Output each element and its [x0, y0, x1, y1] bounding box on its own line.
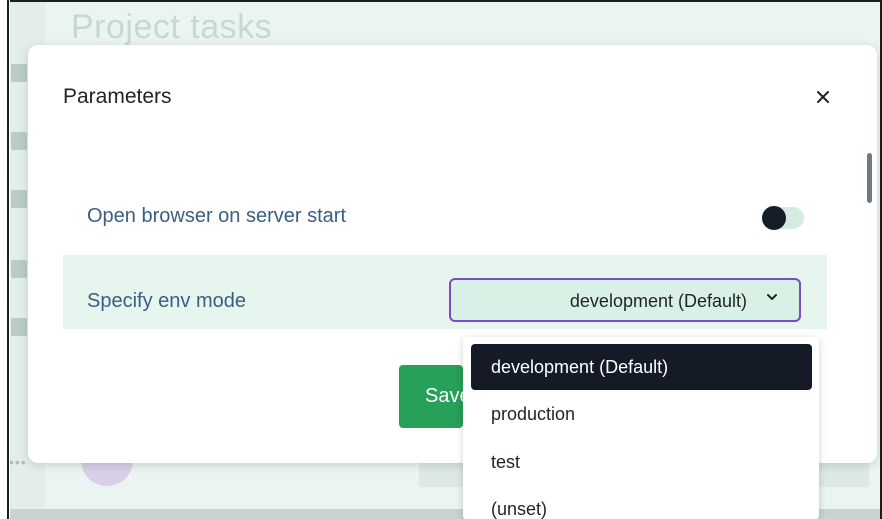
frame-left	[0, 0, 10, 519]
sidebar-icon	[11, 318, 27, 336]
option-label: test	[491, 452, 521, 472]
env-mode-select-value: development (Default)	[569, 291, 747, 311]
option-label: development (Default)	[491, 357, 669, 377]
sidebar-icon	[11, 260, 27, 278]
option-development[interactable]: development (Default)	[471, 344, 812, 390]
more-icon: •••	[9, 454, 27, 470]
save-button[interactable]: Save	[399, 365, 463, 428]
env-mode-label: Specify env mode	[87, 290, 246, 312]
sidebar-icon	[11, 64, 27, 82]
option-label: production	[491, 404, 576, 424]
modal-title: Parameters	[63, 85, 172, 108]
sidebar-icon	[11, 132, 27, 150]
option-production[interactable]: production	[471, 391, 812, 437]
background-page-title: Project tasks	[71, 8, 273, 46]
chevron-down-icon	[767, 294, 777, 300]
env-mode-dropdown: development (Default) production test (u…	[463, 337, 819, 519]
save-button-label: Save	[425, 385, 463, 407]
env-mode-select[interactable]: development (Default)	[449, 278, 801, 322]
frame-top	[0, 0, 882, 2]
option-test[interactable]: test	[471, 439, 812, 485]
close-icon	[817, 91, 829, 103]
close-button[interactable]	[811, 85, 835, 109]
open-browser-label: Open browser on server start	[87, 205, 346, 227]
open-browser-toggle[interactable]	[762, 206, 804, 230]
toggle-knob	[762, 206, 786, 230]
option-unset[interactable]: (unset)	[471, 486, 812, 519]
scrollbar[interactable]	[867, 153, 872, 203]
sidebar-icon	[11, 190, 27, 208]
option-label: (unset)	[491, 499, 548, 519]
